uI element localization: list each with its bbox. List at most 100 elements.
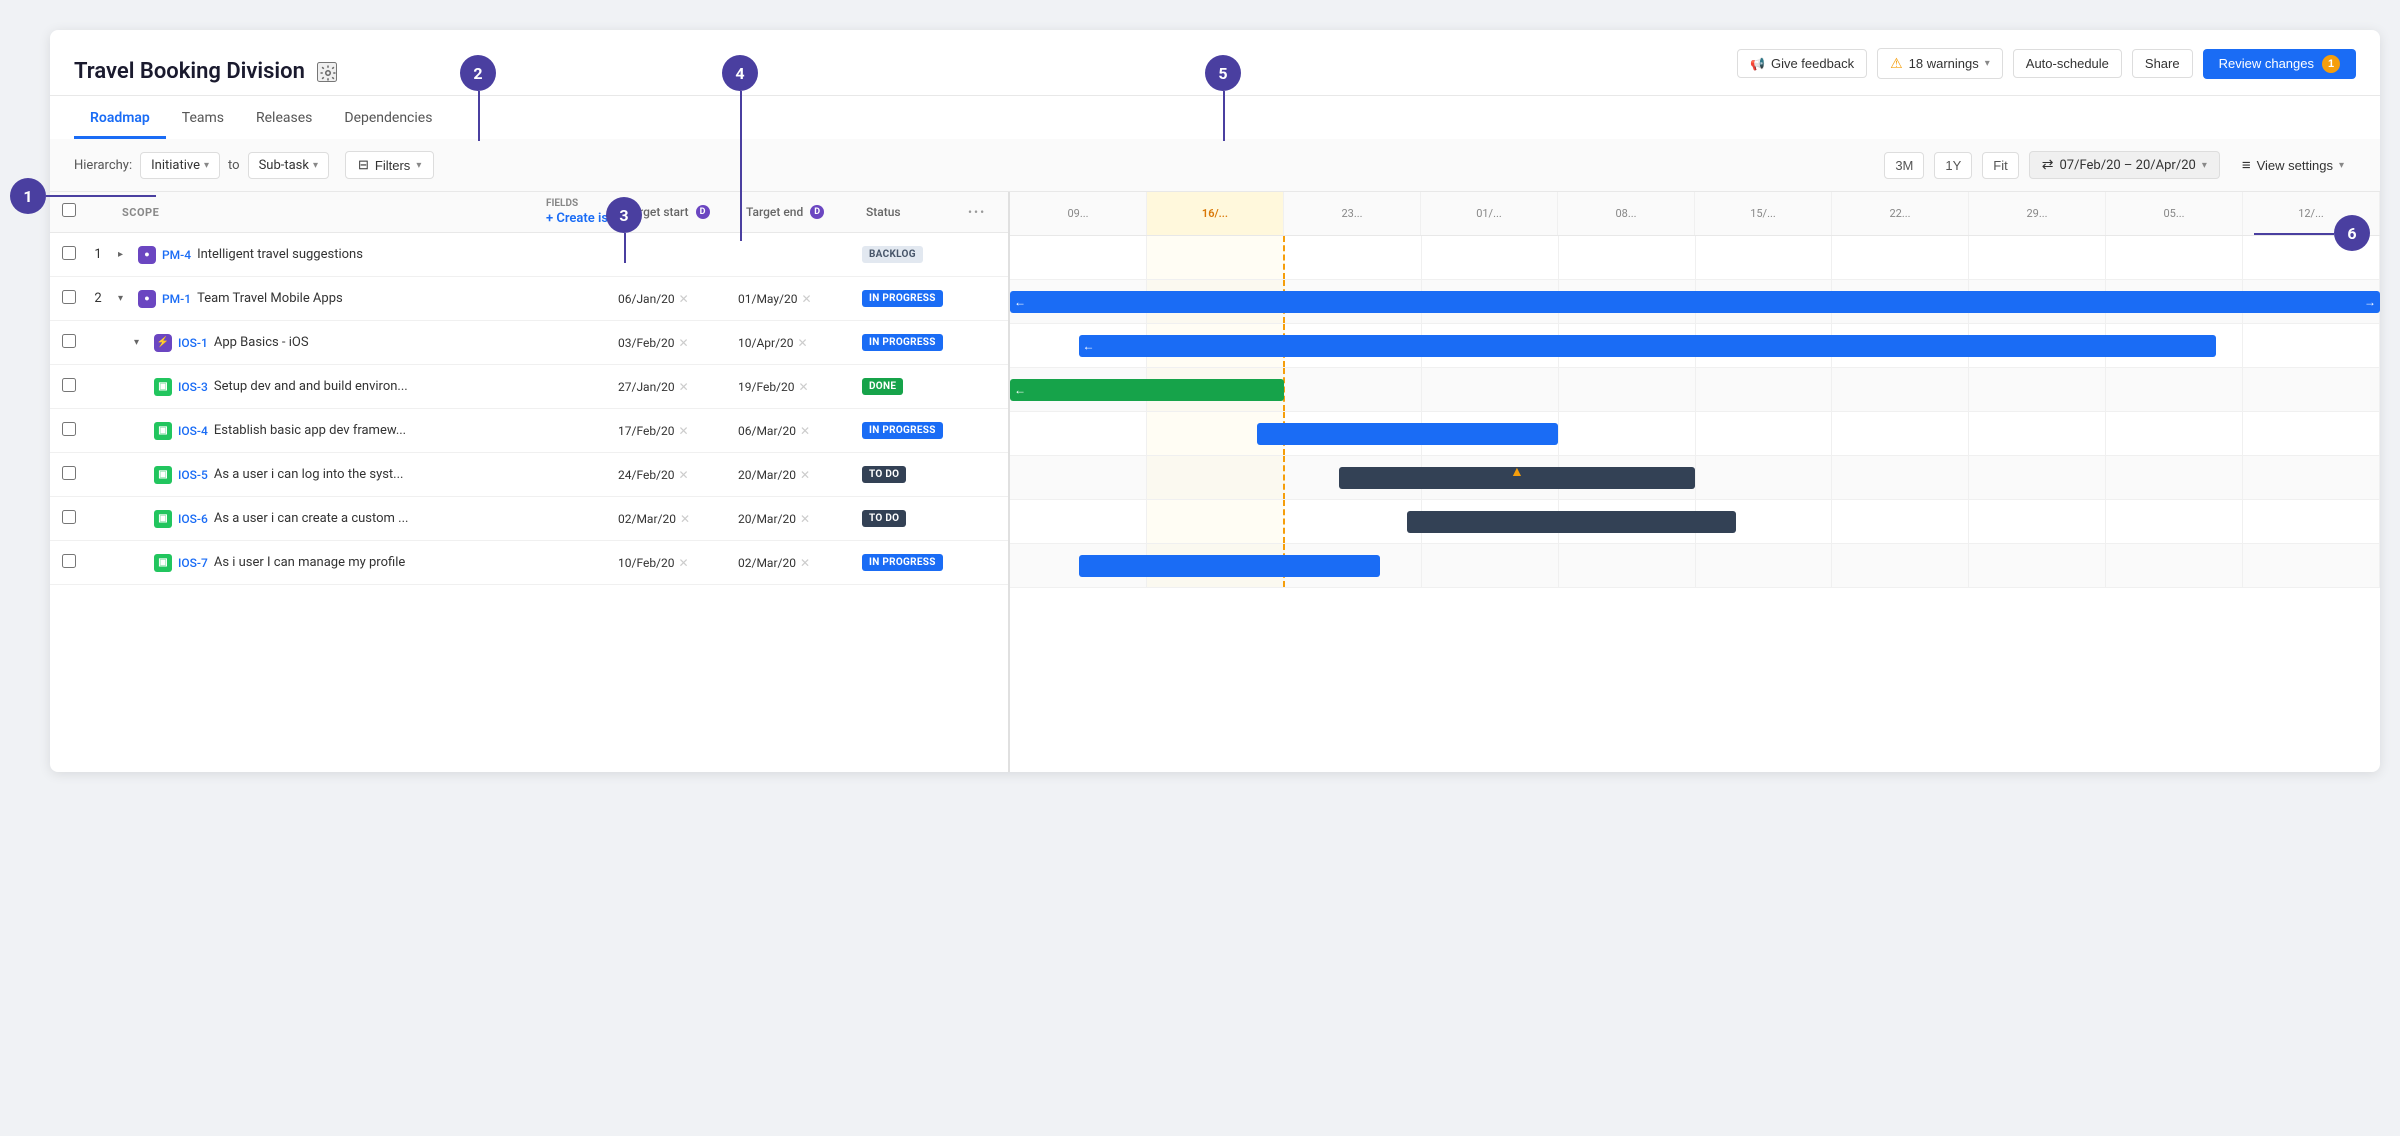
- review-changes-button[interactable]: Review changes 1: [2203, 49, 2356, 79]
- gantt-bar-ios5[interactable]: ▲: [1339, 467, 1695, 489]
- filters-button[interactable]: ⊟ Filters: [345, 151, 434, 179]
- tab-roadmap[interactable]: Roadmap: [74, 100, 166, 139]
- date-clear-icon[interactable]: ✕: [679, 556, 689, 570]
- issue-name: App Basics - iOS: [214, 335, 309, 350]
- date-clear-icon[interactable]: ✕: [679, 468, 689, 482]
- scope-issue-header: SCOPE: [114, 206, 538, 219]
- table-header-row: SCOPE FIELDS + Create issue Target start…: [50, 192, 1008, 233]
- date-clear-icon[interactable]: ✕: [679, 292, 689, 306]
- issue-id[interactable]: IOS-1: [178, 336, 208, 350]
- three-dots-icon: [968, 205, 986, 220]
- time-fit-button[interactable]: Fit: [1982, 152, 2018, 179]
- gantt-bar-ios1[interactable]: ←: [1079, 335, 2216, 357]
- date-clear-icon[interactable]: ✕: [799, 380, 809, 394]
- status-badge: TO DO: [862, 466, 906, 483]
- date-clear-icon[interactable]: ✕: [679, 424, 689, 438]
- issue-id[interactable]: IOS-3: [178, 380, 208, 394]
- gantt-bar-ios7[interactable]: [1079, 555, 1380, 577]
- gantt-bar-pm1[interactable]: ← →: [1010, 291, 2380, 313]
- row-checkbox-cell: [50, 466, 82, 484]
- row-4-checkbox[interactable]: [62, 378, 76, 392]
- gantt-area: 09... 16/... 23... 01/... 08... 15/... 2…: [1010, 192, 2380, 772]
- row-7-status: TO DO: [858, 510, 968, 527]
- date-clear-icon[interactable]: ✕: [679, 336, 689, 350]
- date-clear-icon[interactable]: ✕: [680, 512, 690, 526]
- auto-schedule-button[interactable]: Auto-schedule: [2013, 49, 2122, 78]
- gantt-bar-ios6[interactable]: [1407, 511, 1736, 533]
- gantt-bar-ios4[interactable]: [1257, 423, 1558, 445]
- status-badge: IN PROGRESS: [862, 422, 943, 439]
- view-settings-dropdown-icon: [2339, 160, 2344, 171]
- issue-id[interactable]: IOS-4: [178, 424, 208, 438]
- warnings-button[interactable]: ⚠ 18 warnings: [1877, 48, 2003, 79]
- date-range-button[interactable]: ⇄ 07/Feb/20 – 20/Apr/20: [2029, 151, 2220, 179]
- gantt-bar-container: ← →: [1010, 280, 2380, 323]
- expand-icon[interactable]: [134, 337, 148, 348]
- give-feedback-button[interactable]: 📢 Give feedback: [1737, 49, 1867, 78]
- gantt-header: 09... 16/... 23... 01/... 08... 15/... 2…: [1010, 192, 2380, 236]
- issue-id[interactable]: PM-4: [162, 248, 191, 262]
- row-8-issue-cell: ▣ IOS-7 As i user I can manage my profil…: [114, 554, 538, 572]
- gantt-bar-ios3[interactable]: ←: [1010, 379, 1284, 401]
- header-right: 📢 Give feedback ⚠ 18 warnings Auto-sched…: [1737, 48, 2356, 95]
- row-7-start: 02/Mar/20 ✕: [618, 512, 738, 526]
- epic-icon: ●: [138, 290, 156, 308]
- expand-icon[interactable]: [118, 293, 132, 304]
- dots-menu-header[interactable]: [968, 205, 1008, 220]
- date-clear-icon[interactable]: ✕: [801, 292, 811, 306]
- story-icon: ▣: [154, 466, 172, 484]
- annotation-line-4: [740, 91, 742, 241]
- expand-icon[interactable]: [118, 249, 132, 260]
- time-3m-button[interactable]: 3M: [1884, 152, 1924, 179]
- from-hierarchy-dropdown[interactable]: Initiative: [140, 152, 220, 179]
- issue-id[interactable]: IOS-7: [178, 556, 208, 570]
- row-3-end: 10/Apr/20 ✕: [738, 336, 858, 350]
- settings-button[interactable]: [317, 62, 337, 82]
- date-clear-icon[interactable]: ✕: [800, 512, 810, 526]
- gantt-bar-container: [1010, 412, 2380, 455]
- row-checkbox-cell: [50, 378, 82, 396]
- tab-releases[interactable]: Releases: [240, 100, 328, 139]
- gantt-date-col-1: 16/...: [1147, 192, 1284, 235]
- hierarchy-section: Hierarchy: Initiative to Sub-task: [74, 152, 329, 179]
- date-clear-icon[interactable]: ✕: [800, 424, 810, 438]
- issue-id[interactable]: IOS-6: [178, 512, 208, 526]
- megaphone-icon: 📢: [1750, 57, 1765, 71]
- row-6-checkbox[interactable]: [62, 466, 76, 480]
- tab-teams[interactable]: Teams: [166, 100, 240, 139]
- tab-dependencies[interactable]: Dependencies: [328, 100, 448, 139]
- gantt-date-col-8: 05...: [2106, 192, 2243, 235]
- row-2-issue-cell: ● PM-1 Team Travel Mobile Apps: [114, 290, 538, 308]
- table-row: ▣ IOS-3 Setup dev and and build environ.…: [50, 365, 1008, 409]
- annotation-6: 6: [2334, 215, 2370, 251]
- time-1y-button[interactable]: 1Y: [1934, 152, 1972, 179]
- select-all-checkbox[interactable]: [62, 203, 76, 217]
- row-2-checkbox[interactable]: [62, 290, 76, 304]
- date-clear-icon[interactable]: ✕: [800, 468, 810, 482]
- annotation-5: 5: [1205, 55, 1241, 91]
- date-clear-icon[interactable]: ✕: [798, 336, 808, 350]
- row-5-checkbox[interactable]: [62, 422, 76, 436]
- to-label: to: [228, 158, 240, 173]
- date-clear-icon[interactable]: ✕: [679, 380, 689, 394]
- to-hierarchy-dropdown[interactable]: Sub-task: [248, 152, 329, 179]
- story-icon: ▣: [154, 510, 172, 528]
- row-1-checkbox[interactable]: [62, 246, 76, 260]
- date-clear-icon[interactable]: ✕: [800, 556, 810, 570]
- row-checkbox-cell: [50, 246, 82, 264]
- filter-icon: ⊟: [358, 157, 369, 173]
- annotation-line-1: [46, 195, 156, 197]
- gantt-row-3: ←: [1010, 324, 2380, 368]
- hierarchy-label: Hierarchy:: [74, 158, 132, 173]
- issue-id[interactable]: IOS-5: [178, 468, 208, 482]
- view-settings-button[interactable]: ≡ View settings: [2230, 152, 2356, 179]
- share-button[interactable]: Share: [2132, 49, 2193, 78]
- row-8-checkbox[interactable]: [62, 554, 76, 568]
- annotation-line-5: [1223, 91, 1225, 141]
- gantt-columns: [1010, 236, 2380, 279]
- issue-id[interactable]: PM-1: [162, 292, 191, 306]
- row-7-checkbox[interactable]: [62, 510, 76, 524]
- annotation-line-6: [2254, 233, 2334, 235]
- row-6-issue-cell: ▣ IOS-5 As a user i can log into the sys…: [114, 466, 538, 484]
- row-3-checkbox[interactable]: [62, 334, 76, 348]
